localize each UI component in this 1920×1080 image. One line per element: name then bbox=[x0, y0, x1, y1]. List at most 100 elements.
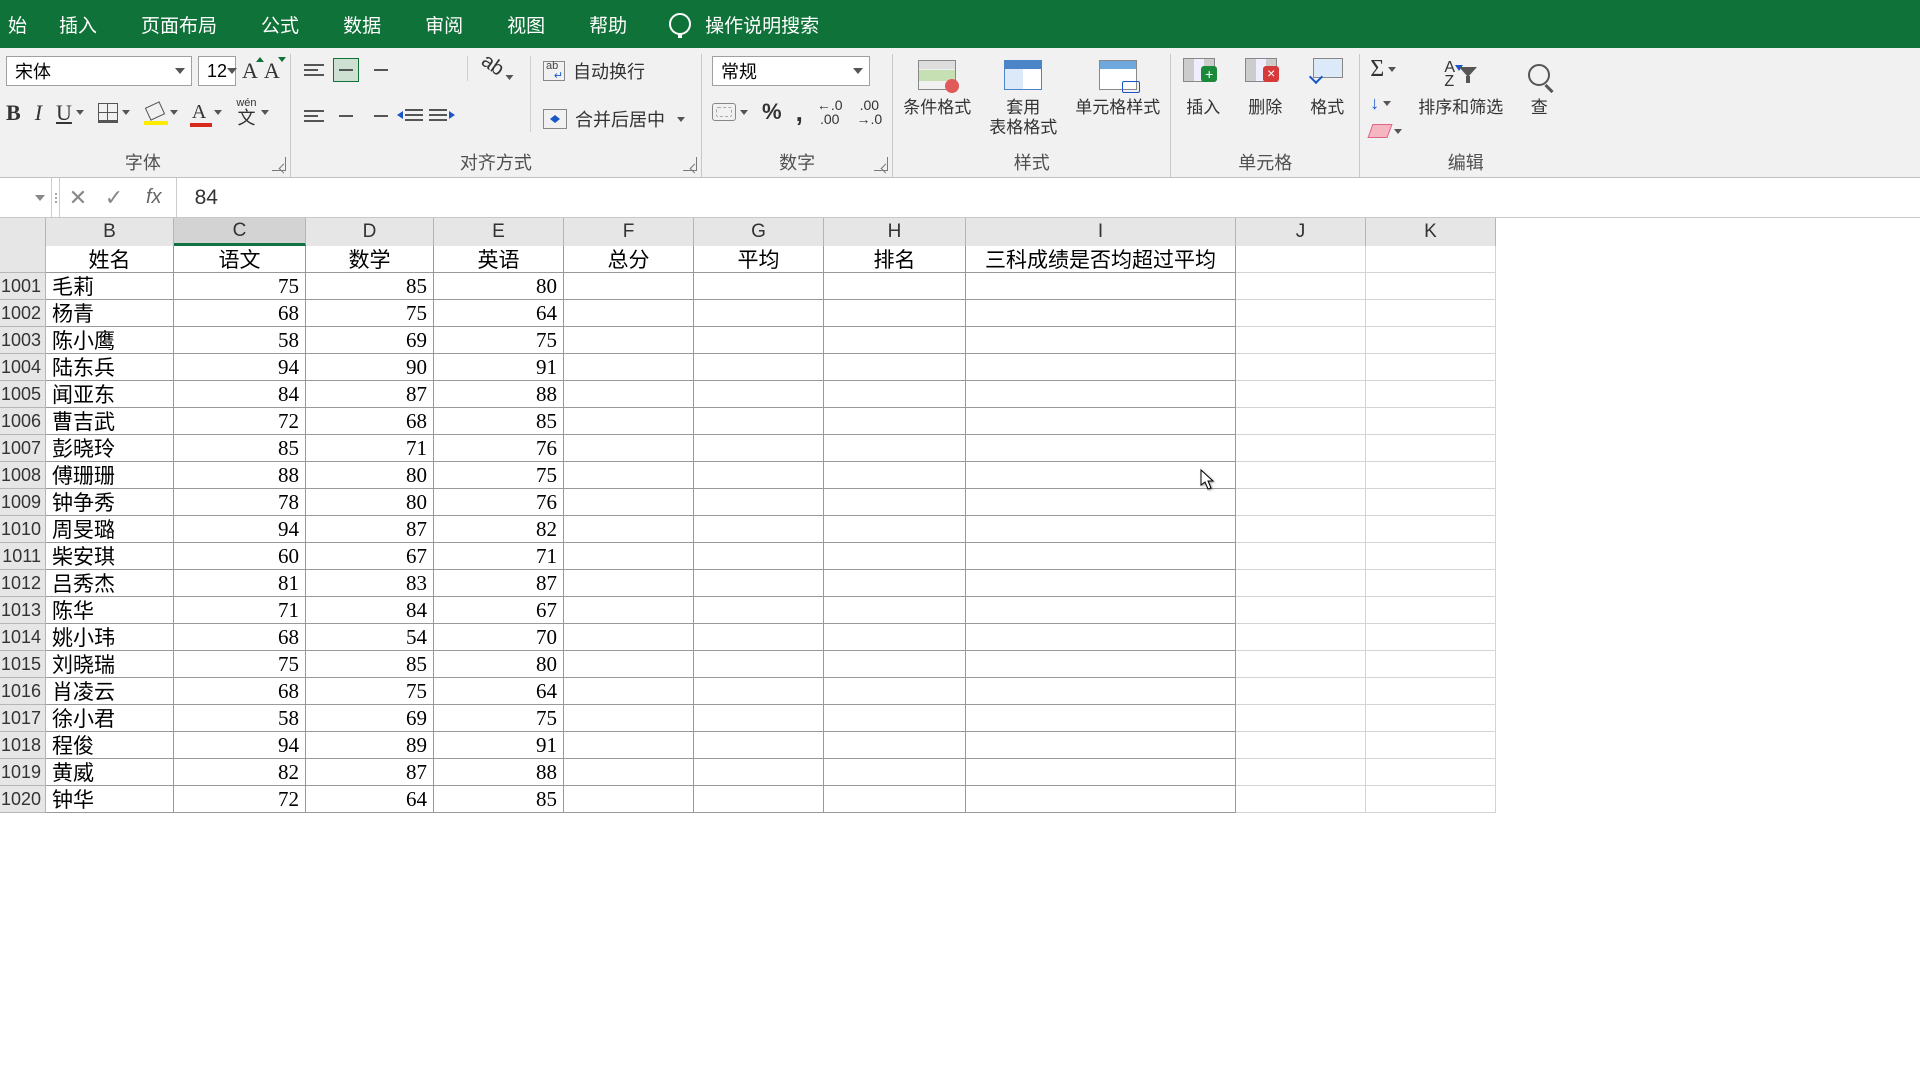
format-cells-button[interactable]: 格式 bbox=[1305, 56, 1349, 118]
cell-K[interactable] bbox=[1366, 678, 1496, 705]
grow-font-button[interactable]: A bbox=[242, 58, 258, 84]
cell-G[interactable] bbox=[694, 759, 824, 786]
cell-name[interactable]: 周旻璐 bbox=[46, 516, 174, 543]
cell-H[interactable] bbox=[824, 381, 966, 408]
cell-K[interactable] bbox=[1366, 624, 1496, 651]
cell-K[interactable] bbox=[1366, 786, 1496, 813]
cell-name[interactable]: 傅珊珊 bbox=[46, 462, 174, 489]
tab-insert[interactable]: 插入 bbox=[37, 0, 119, 48]
drag-handle-icon[interactable] bbox=[52, 178, 60, 217]
cell-K[interactable] bbox=[1366, 759, 1496, 786]
cell-I[interactable] bbox=[966, 678, 1236, 705]
cell-chinese[interactable]: 72 bbox=[174, 408, 306, 435]
cell-K[interactable] bbox=[1366, 327, 1496, 354]
insert-cells-button[interactable]: 插入 bbox=[1181, 56, 1225, 118]
italic-button[interactable]: I bbox=[35, 100, 42, 126]
cell-math[interactable]: 84 bbox=[306, 597, 434, 624]
name-box[interactable] bbox=[0, 178, 52, 217]
cell-G[interactable] bbox=[694, 786, 824, 813]
row-number[interactable]: 1012 bbox=[0, 570, 46, 597]
cell-math[interactable]: 83 bbox=[306, 570, 434, 597]
tell-me-search[interactable]: 操作说明搜索 bbox=[669, 11, 819, 38]
cell-math[interactable]: 87 bbox=[306, 381, 434, 408]
cell-math[interactable]: 71 bbox=[306, 435, 434, 462]
cell-name[interactable]: 毛莉 bbox=[46, 273, 174, 300]
cell-F[interactable] bbox=[564, 516, 694, 543]
align-left-button[interactable] bbox=[301, 104, 327, 128]
cell-J[interactable] bbox=[1236, 624, 1366, 651]
cell-J[interactable] bbox=[1236, 381, 1366, 408]
cell-F[interactable] bbox=[564, 462, 694, 489]
wrap-text-button[interactable]: 自动换行 bbox=[543, 58, 685, 84]
align-center-button[interactable] bbox=[333, 104, 359, 128]
grid-body[interactable]: 姓名语文数学英语总分平均排名三科成绩是否均超过平均1001毛莉758580100… bbox=[0, 246, 1920, 1080]
cell-H[interactable] bbox=[824, 705, 966, 732]
cell-I[interactable] bbox=[966, 624, 1236, 651]
cell-F[interactable] bbox=[564, 408, 694, 435]
align-middle-button[interactable] bbox=[333, 58, 359, 82]
cell-J[interactable] bbox=[1236, 786, 1366, 813]
cell-J[interactable] bbox=[1236, 462, 1366, 489]
cell-F[interactable] bbox=[564, 624, 694, 651]
row-number[interactable]: 1013 bbox=[0, 597, 46, 624]
row-number[interactable]: 1018 bbox=[0, 732, 46, 759]
percent-button[interactable]: % bbox=[762, 99, 782, 125]
row-number[interactable]: 1019 bbox=[0, 759, 46, 786]
cell-G[interactable] bbox=[694, 489, 824, 516]
cell-I[interactable] bbox=[966, 543, 1236, 570]
underline-button[interactable]: U bbox=[56, 100, 84, 126]
row-number[interactable]: 1020 bbox=[0, 786, 46, 813]
cell-G[interactable] bbox=[694, 327, 824, 354]
cell-english[interactable]: 80 bbox=[434, 273, 564, 300]
row-number[interactable]: 1007 bbox=[0, 435, 46, 462]
cell-J[interactable] bbox=[1236, 273, 1366, 300]
cell-G[interactable] bbox=[694, 651, 824, 678]
cell-name[interactable]: 杨青 bbox=[46, 300, 174, 327]
header-cell-I[interactable]: 三科成绩是否均超过平均 bbox=[966, 246, 1236, 273]
cell-english[interactable]: 67 bbox=[434, 597, 564, 624]
cell-G[interactable] bbox=[694, 435, 824, 462]
cell-K[interactable] bbox=[1366, 435, 1496, 462]
cell-G[interactable] bbox=[694, 705, 824, 732]
cell-english[interactable]: 82 bbox=[434, 516, 564, 543]
row-number[interactable]: 1004 bbox=[0, 354, 46, 381]
cell-name[interactable]: 姚小玮 bbox=[46, 624, 174, 651]
cell-J[interactable] bbox=[1236, 759, 1366, 786]
cell-G[interactable] bbox=[694, 354, 824, 381]
cell-chinese[interactable]: 94 bbox=[174, 732, 306, 759]
cell-F[interactable] bbox=[564, 489, 694, 516]
cell-I[interactable] bbox=[966, 597, 1236, 624]
cell-english[interactable]: 76 bbox=[434, 489, 564, 516]
border-button[interactable] bbox=[98, 103, 130, 123]
cell-I[interactable] bbox=[966, 327, 1236, 354]
cell-G[interactable] bbox=[694, 516, 824, 543]
cell-styles-button[interactable]: 单元格样式 bbox=[1075, 56, 1160, 118]
cell-I[interactable] bbox=[966, 759, 1236, 786]
cell-J-header[interactable] bbox=[1236, 246, 1366, 273]
column-header-H[interactable]: H bbox=[824, 218, 966, 246]
cell-G[interactable] bbox=[694, 462, 824, 489]
column-header-K[interactable]: K bbox=[1366, 218, 1496, 246]
dialog-launcher[interactable] bbox=[272, 157, 286, 171]
header-cell-D[interactable]: 数学 bbox=[306, 246, 434, 273]
cell-name[interactable]: 陆东兵 bbox=[46, 354, 174, 381]
cell-K[interactable] bbox=[1366, 300, 1496, 327]
cell-K[interactable] bbox=[1366, 381, 1496, 408]
clear-button[interactable] bbox=[1370, 124, 1402, 138]
row-number[interactable]: 1016 bbox=[0, 678, 46, 705]
cell-name[interactable]: 徐小君 bbox=[46, 705, 174, 732]
tab-layout[interactable]: 页面布局 bbox=[119, 0, 239, 48]
cell-name[interactable]: 曹吉武 bbox=[46, 408, 174, 435]
cell-math[interactable]: 89 bbox=[306, 732, 434, 759]
cell-K[interactable] bbox=[1366, 543, 1496, 570]
header-cell-H[interactable]: 排名 bbox=[824, 246, 966, 273]
align-right-button[interactable] bbox=[365, 104, 391, 128]
cell-G[interactable] bbox=[694, 732, 824, 759]
column-header-G[interactable]: G bbox=[694, 218, 824, 246]
cell-math[interactable]: 80 bbox=[306, 489, 434, 516]
header-cell-B[interactable]: 姓名 bbox=[46, 246, 174, 273]
header-cell-C[interactable]: 语文 bbox=[174, 246, 306, 273]
row-number[interactable]: 1005 bbox=[0, 381, 46, 408]
cell-F[interactable] bbox=[564, 651, 694, 678]
formula-input[interactable]: 84 bbox=[177, 178, 1920, 217]
